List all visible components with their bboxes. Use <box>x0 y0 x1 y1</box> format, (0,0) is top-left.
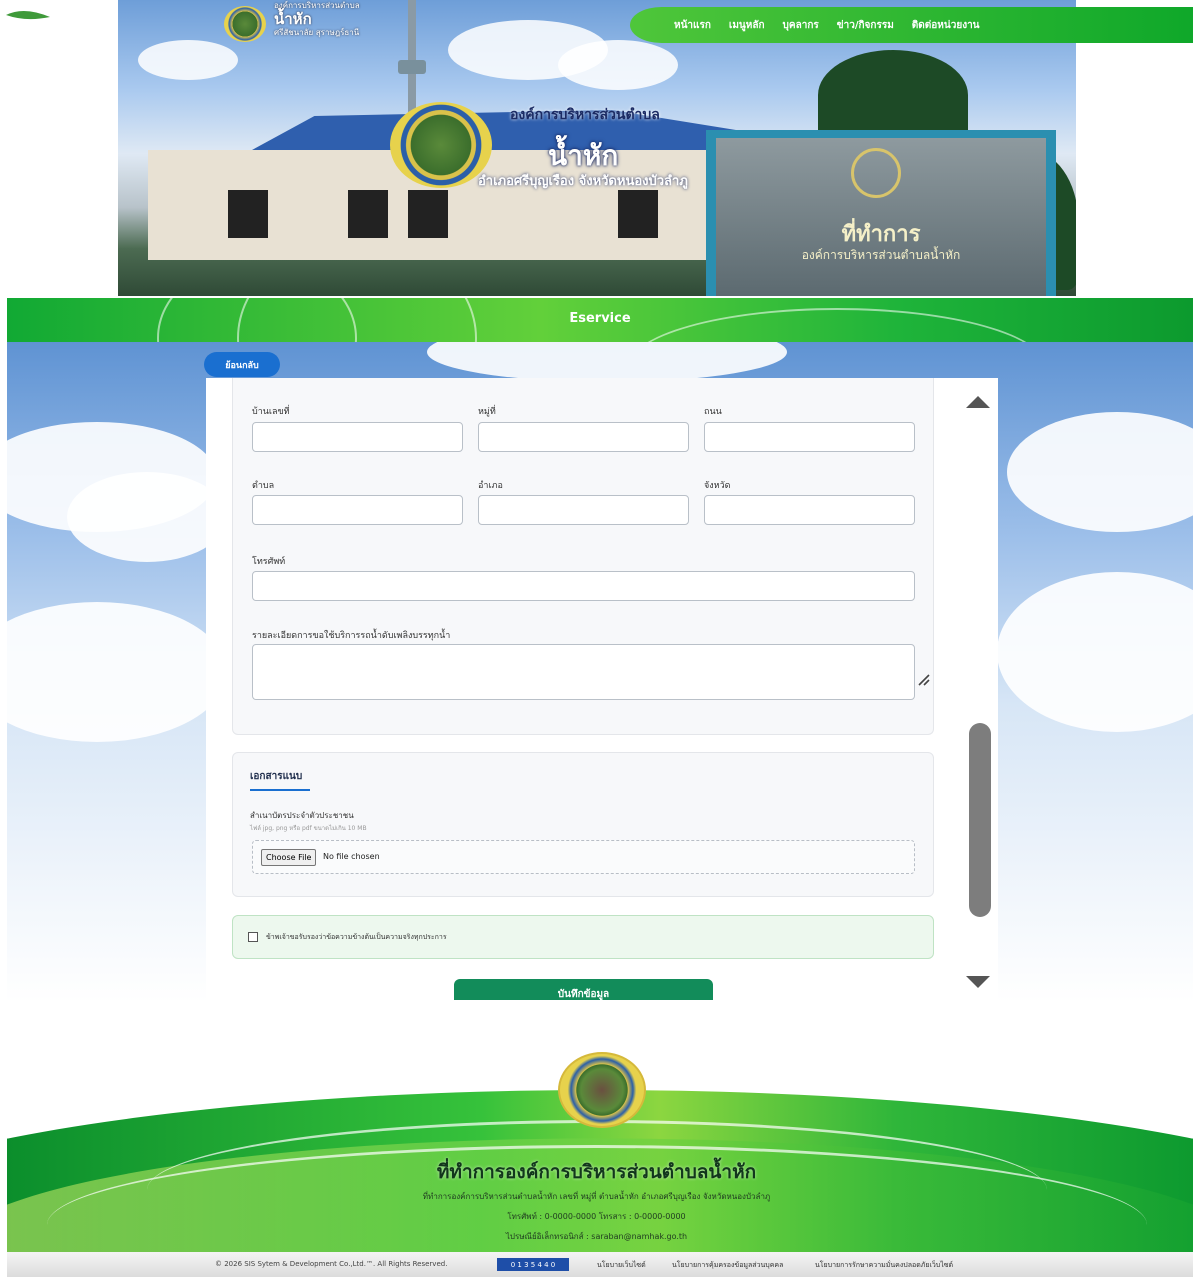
province-label: จังหวัด <box>704 481 731 491</box>
site-title[interactable]: องค์การบริหารส่วนตำบล น้ำหัก ศรีสัชนาลัย… <box>274 0 360 38</box>
subdistrict-input[interactable] <box>252 495 463 525</box>
save-button[interactable]: บันทึกข้อมูล <box>454 979 713 1000</box>
consent-checkbox[interactable] <box>248 932 258 942</box>
top-navigation: หน้าแรก เมนูหลัก บุคลากร ข่าว/กิจกรรม ติ… <box>630 7 1193 43</box>
footer-logo <box>558 1052 646 1128</box>
bottom-bar: © 2026 SIS Sytem & Development Co.,Ltd.™… <box>7 1252 1193 1277</box>
sign-subtitle: องค์การบริหารส่วนตำบลน้ำหัก <box>801 248 961 262</box>
nav-home[interactable]: หน้าแรก <box>674 18 711 33</box>
road-input[interactable] <box>704 422 915 452</box>
house-no-input[interactable] <box>252 422 463 452</box>
documents-heading: เอกสารแนบ <box>250 771 303 782</box>
org-name-line1: องค์การบริหารส่วนตำบล <box>510 107 660 123</box>
scrollbar-thumb[interactable] <box>969 723 991 917</box>
consent-text: ข้าพเจ้าขอรับรองว่าข้อความข้างต้นเป็นควา… <box>266 933 447 941</box>
org-name-line3: อำเภอศรีบุญเรือง จังหวัดหนองบัวลำภู <box>478 174 688 189</box>
consent-box: ข้าพเจ้าขอรับรองว่าข้อความข้างต้นเป็นควา… <box>232 915 934 959</box>
site-title-line3: ศรีสัชนาลัย สุราษฎร์ธานี <box>274 28 360 37</box>
no-file-text: No file chosen <box>323 852 380 861</box>
nav-main-menu[interactable]: เมนูหลัก <box>729 18 765 33</box>
footer-email: ไปรษณีย์อิเล็กทรอนิกส์ : saraban@namhak.… <box>505 1232 688 1241</box>
footer-address: ที่ทำการองค์การบริหารส่วนตำบลน้ำหัก เลขท… <box>422 1192 771 1201</box>
scroll-down-arrow-icon[interactable] <box>966 976 990 988</box>
file-drop-zone[interactable]: Choose File No file chosen <box>252 840 915 874</box>
org-logo-small[interactable] <box>224 6 266 42</box>
nav-news[interactable]: ข่าว/กิจกรรม <box>837 18 894 33</box>
details-label: รายละเอียดการขอใช้บริการรถน้ำดับเพลิงบรร… <box>252 631 451 641</box>
leaf-icon <box>6 10 50 20</box>
site-title-line2: น้ำหัก <box>274 10 312 28</box>
house-no-label: บ้านเลขที่ <box>252 407 290 417</box>
back-button[interactable]: ย้อนกลับ <box>204 352 280 377</box>
page-title-band: Eservice <box>7 298 1193 342</box>
district-input[interactable] <box>478 495 689 525</box>
emblem-icon <box>851 148 901 198</box>
page-title: Eservice <box>569 311 631 326</box>
province-input[interactable] <box>704 495 915 525</box>
subdistrict-label: ตำบล <box>252 481 275 491</box>
nav-contact[interactable]: ติดต่อหน่วยงาน <box>912 18 980 33</box>
details-textarea[interactable] <box>252 644 915 700</box>
policy-website-link[interactable]: นโยบายเว็บไซต์ <box>597 1260 646 1271</box>
copyright-text: © 2026 SIS Sytem & Development Co.,Ltd.™… <box>215 1260 448 1268</box>
policy-security-link[interactable]: นโยบายการรักษาความมั่นคงปลอดภัยเว็บไซต์ <box>815 1260 953 1271</box>
form-panel: บ้านเลขที่ หมู่ที่ ถนน ตำบล อำเภอ จังหวั… <box>206 378 998 1000</box>
road-label: ถนน <box>704 407 722 417</box>
district-label: อำเภอ <box>478 481 503 491</box>
header-banner: ที่ทำการ องค์การบริหารส่วนตำบลน้ำหัก องค… <box>118 0 1076 296</box>
id-card-label: สำเนาบัตรประจำตัวประชาชน <box>250 811 354 820</box>
choose-file-button[interactable]: Choose File <box>261 849 317 866</box>
moo-input[interactable] <box>478 422 689 452</box>
address-section: บ้านเลขที่ หมู่ที่ ถนน ตำบล อำเภอ จังหวั… <box>232 378 934 735</box>
phone-label: โทรศัพท์ <box>252 557 286 567</box>
footer-phone: โทรศัพท์ : 0-0000-0000 โทรสาร : 0-0000-0… <box>507 1212 686 1221</box>
phone-input[interactable] <box>252 571 915 601</box>
resize-handle-icon[interactable] <box>916 672 930 686</box>
visitor-counter: 0 1 3 5 4 4 0 <box>497 1258 569 1271</box>
scroll-up-arrow-icon[interactable] <box>966 396 990 408</box>
file-hint: ไฟล์ jpg, png หรือ pdf ขนาดไม่เกิน 10 MB <box>250 825 367 832</box>
heading-underline <box>250 789 310 791</box>
policy-privacy-link[interactable]: นโยบายการคุ้มครองข้อมูลส่วนบุคคล <box>672 1260 783 1271</box>
documents-section: เอกสารแนบ สำเนาบัตรประจำตัวประชาชน ไฟล์ … <box>232 752 934 897</box>
moo-label: หมู่ที่ <box>478 407 496 417</box>
footer-title: ที่ทำการองค์การบริหารส่วนตำบลน้ำหัก <box>436 1161 757 1183</box>
office-sign: ที่ทำการ องค์การบริหารส่วนตำบลน้ำหัก <box>706 130 1056 296</box>
org-logo-large <box>390 102 492 188</box>
nav-personnel[interactable]: บุคลากร <box>783 18 819 33</box>
